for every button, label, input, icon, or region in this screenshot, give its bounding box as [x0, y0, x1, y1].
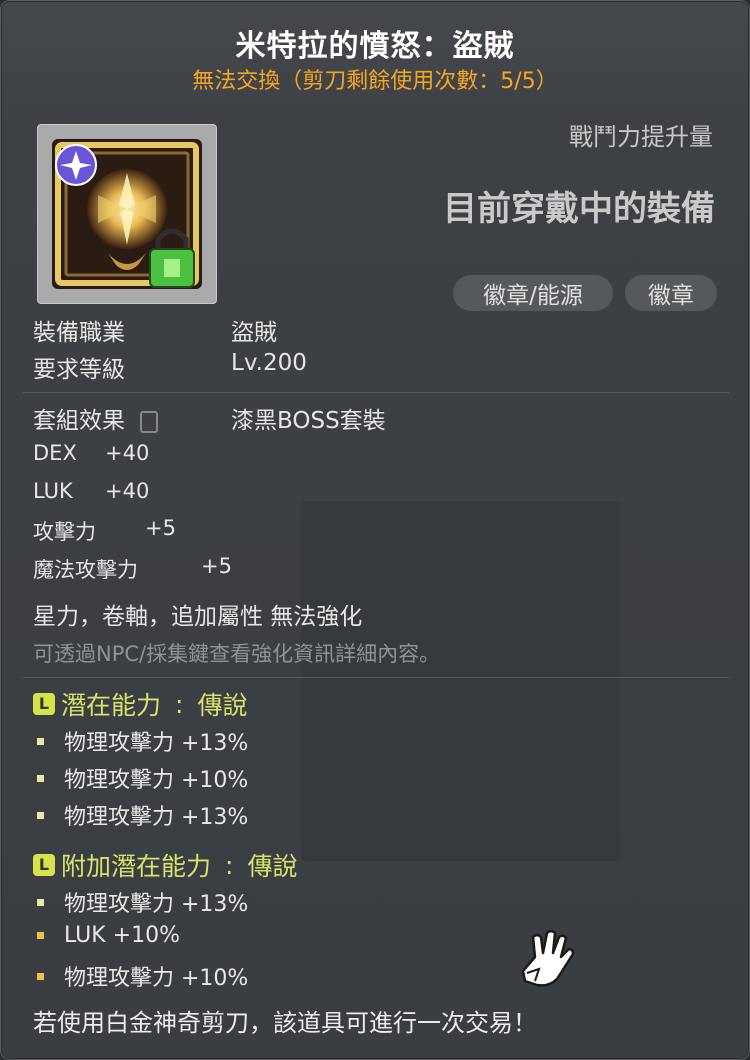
equipped-label: 目前穿戴中的裝備 — [443, 189, 715, 229]
enhance-note: 星力，卷軸，追加屬性 無法強化 — [33, 604, 363, 630]
bonus-potential-line: 物理攻擊力 +13% — [37, 886, 248, 918]
divider — [23, 392, 729, 393]
bonus-potential-line: 物理攻擊力 +10% — [37, 960, 248, 992]
stat-value-magic-attack: +5 — [201, 554, 232, 578]
set-effect-value: 漆黑BOSS套裝 — [231, 408, 386, 434]
stat-value-attack: +5 — [145, 516, 176, 540]
trade-footer-note: 若使用白金神奇剪刀，該道具可進行一次交易！ — [33, 1009, 537, 1037]
background-decoration — [301, 501, 621, 861]
stat-name-dex: DEX — [33, 441, 77, 465]
trade-note: 無法交換（剪刀剩餘使用次數：5/5） — [192, 69, 558, 94]
job-value: 盜賊 — [231, 320, 277, 346]
stat-name-attack: 攻擊力 — [33, 520, 96, 544]
emblem-icon — [52, 139, 202, 289]
stat-name-luk: LUK — [33, 479, 73, 503]
bullet-icon — [37, 737, 44, 745]
bonus-potential-line: LUK +10% — [37, 923, 180, 948]
potential-line: 物理攻擊力 +10% — [37, 762, 248, 794]
tag-badge-energy: 徽章/能源 — [453, 275, 613, 311]
tag-badge: 徽章 — [625, 275, 717, 311]
bonus-potential-title: 附加潛在能力 — [61, 852, 212, 881]
set-effect-label: 套組效果 — [33, 401, 159, 435]
item-tooltip: 米特拉的憤怒：盜賊 無法交換（剪刀剩餘使用次數：5/5） 戰鬥力提升量 目前穿戴… — [0, 0, 750, 1060]
bonus-potential-grade: 傳說 — [247, 852, 298, 881]
divider — [23, 677, 729, 678]
bullet-icon — [37, 972, 44, 980]
item-icon-frame — [37, 124, 217, 304]
legendary-badge-icon: L — [33, 693, 55, 715]
job-label: 裝備職業 — [33, 320, 125, 346]
level-label: 要求等級 — [33, 357, 125, 383]
potential-header: L 潛在能力 : 傳說 — [33, 686, 247, 722]
hand-cursor-icon — [521, 929, 575, 987]
level-value: Lv.200 — [231, 350, 307, 376]
item-name: 米特拉的憤怒：盜賊 — [235, 29, 515, 64]
stat-value-luk: +40 — [105, 479, 150, 503]
potential-title: 潛在能力 — [61, 691, 162, 720]
bonus-potential-header: L 附加潛在能力 : 傳說 — [33, 847, 297, 883]
bullet-icon — [37, 898, 44, 906]
stat-name-magic-attack: 魔法攻擊力 — [33, 558, 138, 582]
stat-increase-label: 戰鬥力提升量 — [569, 123, 713, 151]
set-info-icon[interactable] — [140, 410, 159, 433]
bullet-icon — [37, 932, 44, 939]
potential-line: 物理攻擊力 +13% — [37, 725, 248, 757]
potential-line: 物理攻擊力 +13% — [37, 799, 248, 831]
potential-grade: 傳說 — [197, 691, 248, 720]
bullet-icon — [37, 774, 44, 782]
stat-value-dex: +40 — [105, 441, 150, 465]
bullet-icon — [37, 811, 44, 819]
legendary-badge-icon: L — [33, 854, 55, 876]
npc-note: 可透過NPC/採集鍵查看強化資訊詳細內容。 — [33, 642, 441, 666]
